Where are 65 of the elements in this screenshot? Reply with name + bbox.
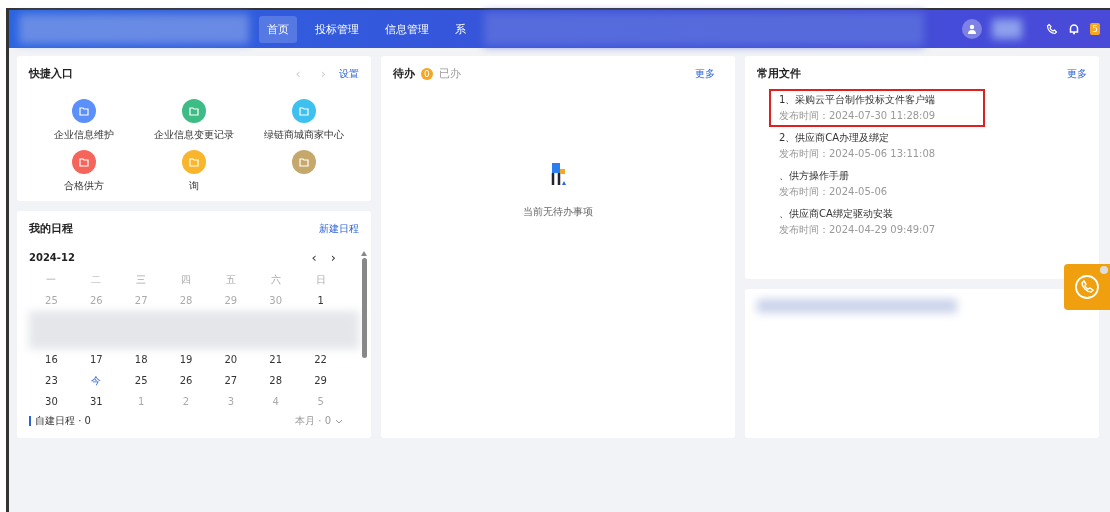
calendar-day[interactable]: 27: [208, 375, 254, 386]
next-month-button[interactable]: ›: [323, 250, 343, 265]
calendar-day[interactable]: 22: [298, 354, 343, 365]
file-item[interactable]: 2、供应商CA办理及绑定 发布时间：2024-05-06 13:11:08: [769, 127, 985, 165]
folder-icon: [299, 157, 309, 167]
calendar-day[interactable]: 30: [29, 396, 74, 407]
folder-icon: [299, 106, 309, 116]
calendar-day[interactable]: 28: [253, 375, 299, 386]
new-schedule-link[interactable]: 新建日程: [319, 221, 359, 236]
bell-icon[interactable]: [1068, 23, 1081, 35]
phone-icon: [1074, 274, 1100, 300]
calendar-day[interactable]: 17: [73, 354, 119, 365]
calendar-day[interactable]: 16: [29, 354, 74, 365]
weekday-label: 六: [269, 272, 282, 287]
file-item[interactable]: 、供方操作手册 发布时间：2024-05-06: [769, 165, 985, 203]
calendar-day[interactable]: 31: [73, 396, 119, 407]
nav-tab[interactable]: 投标管理: [307, 15, 367, 43]
calendar-day[interactable]: 29: [298, 375, 343, 386]
quick-entry[interactable]: 企业信息维护: [29, 99, 139, 142]
month-label: 2024-12: [29, 252, 76, 263]
calendar-day[interactable]: 21: [253, 354, 299, 365]
own-schedule-count: 自建日程 · 0: [35, 414, 91, 428]
empty-message: 当前无待办事项: [523, 205, 593, 219]
scrollbar-thumb[interactable]: [361, 258, 367, 358]
card-title: 常用文件: [757, 66, 801, 81]
nav-tab[interactable]: 首页: [259, 15, 297, 43]
blurred-username: [992, 19, 1023, 39]
call-float-button[interactable]: [1064, 264, 1110, 310]
user-avatar-icon[interactable]: [962, 19, 983, 39]
folder-icon: [189, 106, 199, 116]
calendar-day[interactable]: 18: [118, 354, 164, 365]
settings-link[interactable]: 设置: [339, 66, 359, 81]
chevron-down-icon[interactable]: [335, 418, 343, 424]
notification-badge: 5: [1090, 23, 1100, 35]
weekday-label: 日: [314, 272, 327, 287]
more-link[interactable]: 更多: [1067, 66, 1087, 81]
calendar-day[interactable]: 25: [118, 375, 164, 386]
phone-icon[interactable]: [1046, 23, 1059, 35]
nav-tab[interactable]: 信息管理: [377, 15, 437, 43]
file-item[interactable]: 、供应商CA绑定驱动安装 发布时间：2024-04-29 09:49:07: [769, 203, 985, 241]
calendar-day[interactable]: 今: [73, 373, 119, 388]
quick-entry[interactable]: 询: [139, 150, 249, 193]
card-title: 快捷入口: [29, 66, 73, 81]
file-item[interactable]: 1、采购云平台制作投标文件客户端 发布时间：2024-07-30 11:28:09: [769, 89, 985, 127]
quick-entry[interactable]: 绿链商城商家中心: [249, 99, 359, 142]
calendar-day[interactable]: 19: [163, 354, 209, 365]
calendar-day[interactable]: 1: [298, 295, 343, 306]
weekday-label: 四: [180, 272, 192, 287]
nav-tab[interactable]: 系: [447, 15, 474, 43]
todo-tab[interactable]: 待办: [393, 66, 415, 81]
folder-icon: [79, 106, 89, 116]
calendar-day[interactable]: 20: [208, 354, 254, 365]
calendar-day[interactable]: 26: [163, 375, 209, 386]
count-badge: 0: [421, 67, 433, 80]
card-title: 我的日程: [29, 221, 73, 236]
folder-icon: [79, 157, 89, 167]
weekday-label: 三: [135, 272, 148, 287]
folder-icon: [189, 157, 199, 167]
quick-entry[interactable]: 合格供方: [29, 150, 139, 193]
weekday-label: 五: [224, 272, 237, 287]
calendar-day[interactable]: 23: [29, 375, 74, 386]
more-link[interactable]: 更多: [695, 66, 715, 81]
quick-entry[interactable]: 企业信息变更记录: [139, 99, 249, 142]
prev-month-button[interactable]: ‹: [304, 250, 324, 265]
scroll-up-icon[interactable]: [361, 251, 367, 256]
